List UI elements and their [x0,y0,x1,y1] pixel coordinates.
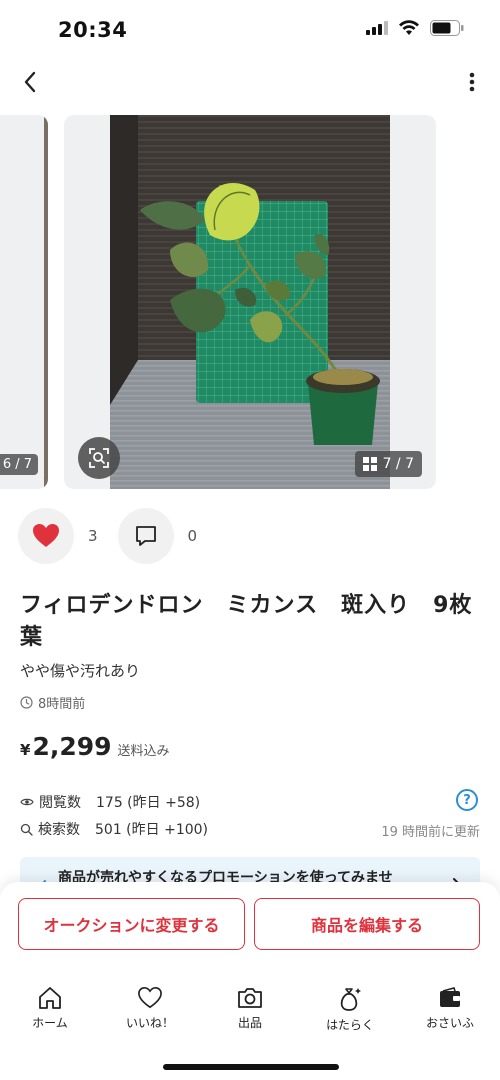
updated-time: 19 時間前に更新 [381,825,480,840]
zoom-scan-icon [89,448,109,468]
status-time: 20:34 [58,18,128,42]
battery-icon [430,20,464,36]
social-actions: 3 0 [18,508,217,564]
status-bar: 20:34 [0,0,500,60]
posted-time: 8時間前 [20,693,85,712]
tab-likes[interactable]: いいね！ [100,986,200,1040]
image-counter-text: 7 / 7 [382,456,414,472]
wallet-icon [440,987,460,1007]
like-count: 3 [88,527,98,545]
more-options-button[interactable] [460,64,484,100]
tab-home[interactable]: ホーム [0,986,100,1040]
signal-icon [366,21,388,35]
tab-home-label: ホーム [32,1016,68,1030]
home-indicator [163,1064,339,1070]
clock-icon [20,696,33,709]
help-icon[interactable]: ? [456,789,478,811]
bottom-action-sheet: オークションに変更する 商品を編集する ホーム いいね！ 出品 はたらく おさい… [0,882,500,1080]
tab-likes-label: いいね！ [125,1016,174,1030]
previous-image-card[interactable]: 6 / 7 [0,115,48,489]
like-button[interactable] [18,508,74,564]
comment-icon [135,526,156,546]
image-carousel[interactable]: 6 / 7 7 / 7 [0,115,500,489]
image-counter[interactable]: 7 / 7 [354,451,422,477]
tab-sell[interactable]: 出品 [200,986,300,1040]
tab-bar: ホーム いいね！ 出品 はたらく おさいふ [0,986,500,1040]
previous-image-counter: 6 / 7 [0,454,38,475]
plant-photo-illustration [110,115,390,489]
product-photo[interactable] [110,115,390,489]
previous-image-edge [44,115,48,489]
item-price: 2,299 [32,732,112,761]
comment-button[interactable] [117,508,174,564]
price-row: ¥ 2,299 送料込み [20,732,170,761]
grid-icon [362,457,377,471]
shipping-label: 送料込み [117,744,170,759]
change-to-auction-button[interactable]: オークションに変更する [18,898,245,950]
views-label: 閲覧数 [39,795,81,811]
edit-item-button[interactable]: 商品を編集する [254,898,480,950]
tab-work-label: はたらく [326,1018,374,1032]
currency-symbol: ¥ [20,741,31,759]
tab-work[interactable]: はたらく [300,986,400,1040]
comment-count: 0 [187,527,198,545]
search-icon [20,823,33,836]
search-label: 検索数 [38,822,80,838]
search-value: 501 (昨日 +100) [95,822,208,838]
current-image-card[interactable]: 7 / 7 [64,115,436,489]
wifi-icon [399,20,419,35]
eye-icon [20,798,34,806]
tab-sell-label: 出品 [237,1016,262,1030]
item-condition: やや傷や汚れあり [20,662,141,680]
search-stat: 検索数 501 (昨日 +100) [20,819,208,839]
views-value: 175 (昨日 +58) [96,795,201,811]
heart-filled-icon [33,524,59,547]
more-vertical-icon [469,72,475,92]
home-icon [39,987,61,1009]
posted-time-text: 8時間前 [38,697,86,712]
back-button[interactable] [12,64,48,100]
zoom-button[interactable] [78,437,120,479]
views-stat: 閲覧数 175 (昨日 +58) [20,792,200,812]
chevron-left-icon [24,71,36,93]
status-icons [366,20,464,36]
camera-icon [238,988,262,1008]
top-nav [0,62,500,102]
heart-icon [138,987,162,1009]
tab-wallet[interactable]: おさいふ [400,986,500,1040]
money-bag-icon [340,988,361,1011]
tab-wallet-label: おさいふ [425,1016,474,1030]
item-title: フィロデンドロン ミカンス 斑入り 9枚葉 [20,593,473,650]
